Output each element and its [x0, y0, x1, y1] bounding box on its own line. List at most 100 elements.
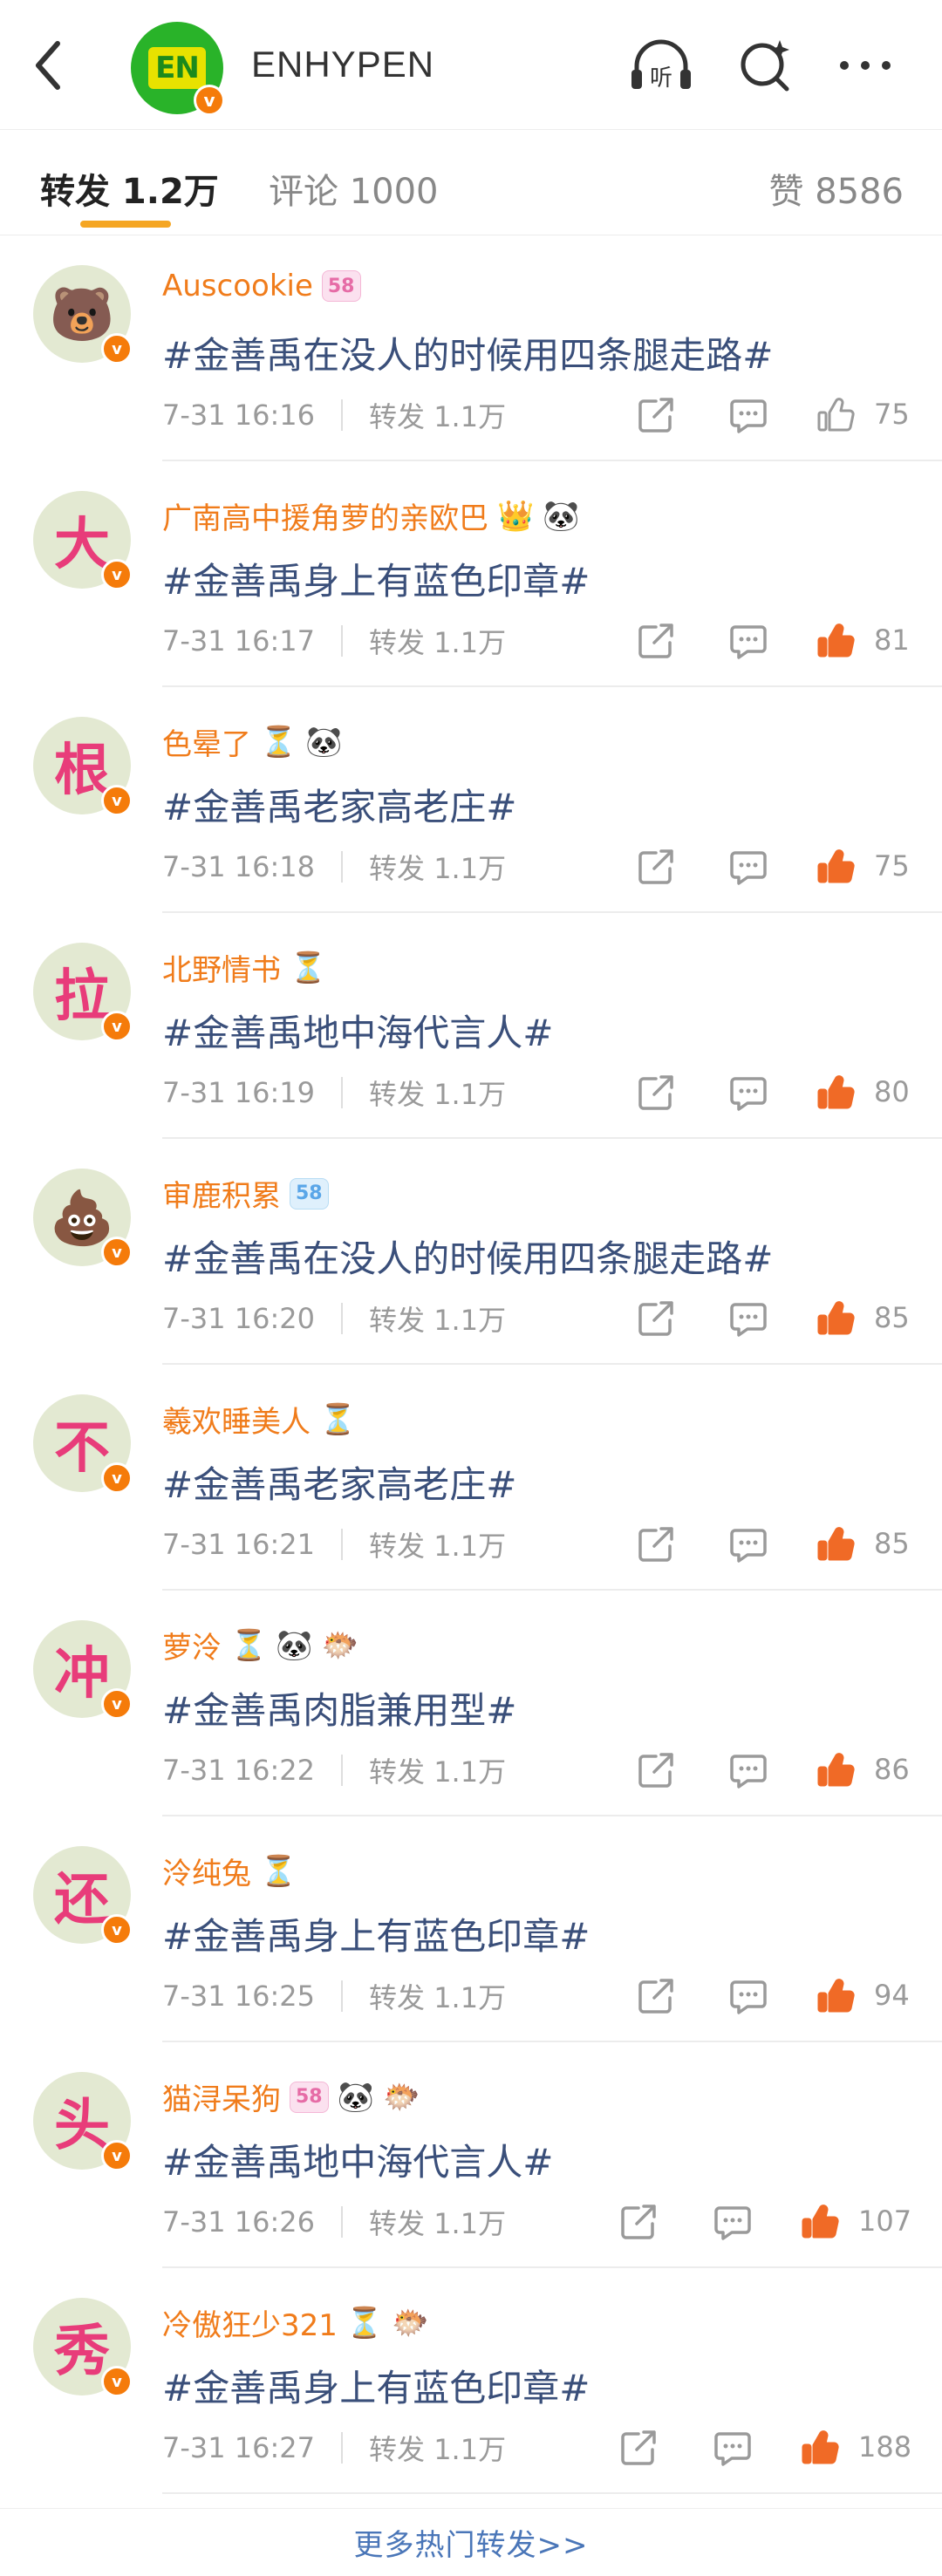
repost-row[interactable]: 冲 v 萝泠 ⏳ 🐼 🐡 #金善禹肉脂兼用型# 7-31 16:22 转发 1.1万 86: [0, 1591, 942, 1816]
comment-icon[interactable]: [726, 846, 771, 888]
repost-row[interactable]: 大 v 广南高中援角萝的亲欧巴 👑 🐼 #金善禹身上有蓝色印章# 7-31 16:17 转发 …: [0, 461, 942, 687]
like-icon[interactable]: [813, 1975, 858, 2017]
verified-badge-icon: v: [194, 85, 225, 116]
user-name[interactable]: 羲欢睡美人: [162, 1398, 311, 1441]
fan-level-badge: 58: [290, 2081, 329, 2113]
like-icon[interactable]: [797, 2427, 843, 2469]
repost-count: 转发 1.1万: [369, 1304, 507, 1337]
user-avatar[interactable]: 💩 v: [33, 1169, 133, 1268]
user-name[interactable]: 北野情书: [162, 946, 281, 989]
user-name[interactable]: 萝泠: [162, 1624, 222, 1666]
repost-text[interactable]: #金善禹身上有蓝色印章#: [162, 552, 590, 605]
repost-time: 7-31 16:16: [162, 399, 316, 432]
more-dots-icon[interactable]: [830, 35, 900, 96]
share-icon[interactable]: [633, 1072, 679, 1114]
repost-count: 转发 1.1万: [369, 1530, 507, 1563]
user-badge-icon: ⏳: [319, 1401, 357, 1437]
repost-row[interactable]: 根 v 色晕了 ⏳ 🐼 #金善禹老家高老庄# 7-31 16:18 转发 1.1万 75: [0, 687, 942, 913]
comment-icon[interactable]: [726, 1975, 771, 2017]
user-avatar[interactable]: 头v: [33, 2072, 133, 2171]
more-reposts-link[interactable]: 更多热门转发>>: [354, 2521, 589, 2564]
comment-icon[interactable]: [710, 2201, 755, 2243]
back-arrow-icon[interactable]: [24, 35, 77, 96]
user-badge-icon: 🐼: [337, 2079, 374, 2115]
like-icon[interactable]: [797, 2201, 843, 2243]
tab-likes[interactable]: 赞 8586: [768, 163, 904, 214]
user-name[interactable]: Auscookie: [162, 269, 313, 303]
like-icon[interactable]: [813, 1072, 858, 1114]
comment-icon[interactable]: [710, 2427, 755, 2469]
like-icon[interactable]: [813, 620, 858, 662]
comment-icon[interactable]: [726, 1298, 771, 1339]
like-icon[interactable]: [813, 846, 858, 888]
repost-row[interactable]: 不 v 羲欢睡美人 ⏳ #金善禹老家高老庄# 7-31 16:21 转发 1.1万 85: [0, 1365, 942, 1591]
user-badge-icon: 🐼: [543, 498, 580, 534]
user-badge-icon: 👑: [497, 498, 535, 534]
user-name[interactable]: 冷傲狂少321: [162, 2301, 338, 2344]
like-icon[interactable]: [813, 394, 858, 436]
repost-text[interactable]: #金善禹在没人的时候用四条腿走路#: [162, 1230, 773, 1283]
share-icon[interactable]: [633, 620, 679, 662]
user-avatar[interactable]: 不v: [33, 1394, 133, 1494]
repost-row[interactable]: 秀 v 冷傲狂少321 ⏳ 🐡 #金善禹身上有蓝色印章# 7-31 16:27 转发 1.1万…: [0, 2268, 942, 2494]
repost-row[interactable]: 头 v 猫浔呆狗 58 🐼 🐡 #金善禹地中海代言人# 7-31 16:26 转发 1.1万 10…: [0, 2042, 942, 2268]
user-name[interactable]: 审鹿积累: [162, 1172, 281, 1215]
meta-divider: [341, 625, 344, 657]
share-icon[interactable]: [633, 846, 679, 888]
user-name[interactable]: 猫浔呆狗: [162, 2075, 281, 2118]
share-icon[interactable]: [633, 1298, 679, 1339]
tab-comment[interactable]: 评论 1000: [269, 163, 439, 214]
user-avatar[interactable]: 🐻 v: [33, 265, 133, 365]
comment-icon[interactable]: [726, 1523, 771, 1565]
repost-count: 转发 1.1万: [369, 2207, 507, 2240]
user-name[interactable]: 广南高中援角萝的亲欧巴: [162, 494, 488, 537]
user-avatar[interactable]: 秀v: [33, 2298, 133, 2397]
comment-icon[interactable]: [726, 1072, 771, 1114]
repost-text[interactable]: #金善禹地中海代言人#: [162, 1004, 553, 1057]
share-icon[interactable]: [633, 1975, 679, 2017]
repost-text[interactable]: #金善禹老家高老庄#: [162, 1455, 516, 1509]
user-avatar[interactable]: 还v: [33, 1846, 133, 1946]
like-count: 188: [858, 2430, 912, 2464]
share-icon[interactable]: [616, 2427, 661, 2469]
verified-badge-icon: v: [101, 333, 133, 365]
user-name[interactable]: 色晕了: [162, 720, 251, 763]
repost-text[interactable]: #金善禹肉脂兼用型#: [162, 1681, 516, 1734]
repost-count: 转发 1.1万: [369, 1755, 507, 1789]
repost-row[interactable]: 还 v 泠纯兔 ⏳ #金善禹身上有蓝色印章# 7-31 16:25 转发 1.1万 94: [0, 1816, 942, 2042]
search-sparkle-icon[interactable]: [731, 35, 801, 96]
share-icon[interactable]: [633, 1749, 679, 1791]
repost-meta: 7-31 16:27 转发 1.1万: [162, 2430, 506, 2466]
tab-repost[interactable]: 转发 1.2万: [40, 163, 219, 214]
user-avatar[interactable]: 冲v: [33, 1620, 133, 1720]
repost-row[interactable]: 💩 v 审鹿积累 58 #金善禹在没人的时候用四条腿走路# 7-31 16:20 转发 1.…: [0, 1139, 942, 1365]
repost-text[interactable]: #金善禹老家高老庄#: [162, 778, 516, 831]
verified-badge-icon: v: [101, 785, 133, 816]
repost-text[interactable]: #金善禹身上有蓝色印章#: [162, 1907, 590, 1960]
user-name[interactable]: 泠纯兔: [162, 1850, 251, 1892]
share-icon[interactable]: [616, 2201, 661, 2243]
user-avatar[interactable]: 根v: [33, 717, 133, 816]
repost-meta: 7-31 16:16 转发 1.1万: [162, 398, 506, 433]
user-badge-icon: 🐡: [382, 2079, 420, 2115]
repost-text[interactable]: #金善禹身上有蓝色印章#: [162, 2359, 590, 2412]
comment-icon[interactable]: [726, 1749, 771, 1791]
share-icon[interactable]: [633, 1523, 679, 1565]
tab-active-indicator: [80, 221, 171, 228]
repost-row[interactable]: 🐻 v Auscookie 58 #金善禹在没人的时候用四条腿走路# 7-31 16:16…: [0, 235, 942, 461]
repost-text[interactable]: #金善禹在没人的时候用四条腿走路#: [162, 326, 773, 379]
share-icon[interactable]: [633, 394, 679, 436]
user-avatar[interactable]: 大v: [33, 491, 133, 590]
verified-badge-icon: v: [101, 2140, 133, 2171]
headphone-listen-icon[interactable]: 听: [626, 35, 696, 96]
repost-text[interactable]: #金善禹地中海代言人#: [162, 2133, 553, 2186]
like-icon[interactable]: [813, 1749, 858, 1791]
account-avatar[interactable]: EN v: [131, 22, 225, 116]
user-avatar[interactable]: 拉v: [33, 943, 133, 1042]
like-icon[interactable]: [813, 1298, 858, 1339]
repost-meta: 7-31 16:25 转发 1.1万: [162, 1979, 506, 2014]
comment-icon[interactable]: [726, 620, 771, 662]
repost-row[interactable]: 拉 v 北野情书 ⏳ #金善禹地中海代言人# 7-31 16:19 转发 1.1万 80: [0, 913, 942, 1139]
like-icon[interactable]: [813, 1523, 858, 1565]
comment-icon[interactable]: [726, 394, 771, 436]
